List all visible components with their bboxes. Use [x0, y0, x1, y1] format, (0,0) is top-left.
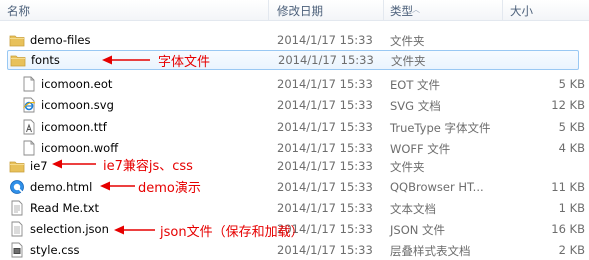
annotation-arrowhead: [100, 181, 110, 191]
annotation-demo: demo演示: [138, 181, 201, 196]
annotation-fonts: 字体文件: [158, 55, 211, 70]
annotation-ie7: ie7兼容js、css: [103, 159, 193, 174]
annotation-arrowhead: [52, 159, 62, 169]
annotation-arrowhead: [102, 55, 112, 65]
annotation-json: json文件（保存和加载）: [160, 225, 304, 240]
annotation-arrowhead: [114, 225, 124, 235]
